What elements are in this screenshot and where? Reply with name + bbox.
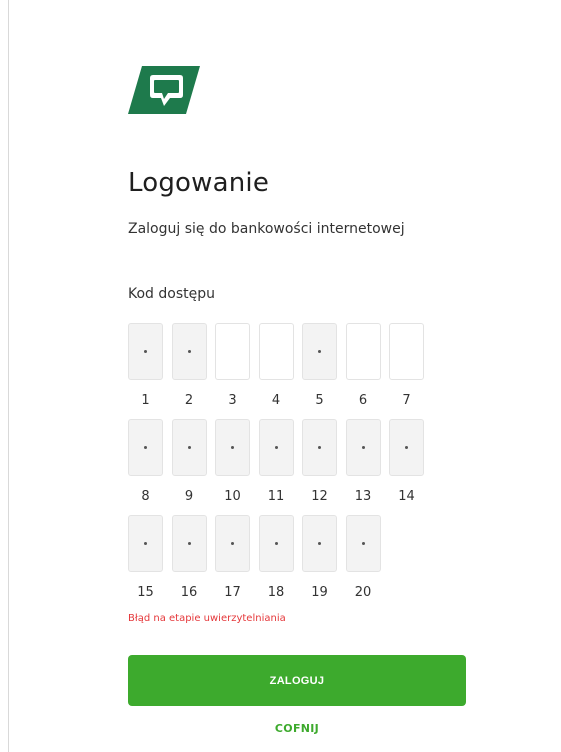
pin-input-masked[interactable] bbox=[215, 515, 250, 572]
pin-field-cell: 18 bbox=[258, 515, 294, 600]
pin-position-number: 16 bbox=[180, 585, 198, 600]
pin-input-masked[interactable] bbox=[171, 515, 207, 572]
masked-dot-icon bbox=[231, 446, 234, 449]
masked-dot-icon bbox=[187, 446, 191, 449]
pin-input-masked[interactable] bbox=[302, 323, 337, 380]
pin-position-number: 7 bbox=[402, 393, 411, 408]
pin-input[interactable] bbox=[345, 323, 381, 380]
masked-dot-icon bbox=[187, 350, 191, 353]
pin-position-number: 18 bbox=[267, 585, 285, 600]
pin-position-number: 6 bbox=[358, 393, 368, 408]
pin-field-cell: 11 bbox=[258, 419, 294, 504]
pin-field-cell: 5 bbox=[302, 323, 337, 408]
pin-field-cell: 13 bbox=[345, 419, 381, 504]
pin-input-masked[interactable] bbox=[171, 419, 207, 476]
pin-field-cell: 2 bbox=[171, 323, 207, 408]
pin-position-number: 10 bbox=[224, 489, 241, 504]
pin-position-number: 14 bbox=[398, 489, 415, 504]
pin-input-masked[interactable] bbox=[302, 419, 337, 476]
pin-input[interactable] bbox=[258, 323, 294, 380]
page-left-border bbox=[8, 0, 9, 752]
pin-position-number: 20 bbox=[354, 585, 372, 600]
page-title: Logowanie bbox=[128, 168, 270, 198]
back-link[interactable]: COFNIJ bbox=[128, 722, 466, 735]
pin-position-number: 8 bbox=[141, 489, 150, 504]
pin-input-masked[interactable] bbox=[128, 323, 163, 380]
pin-input[interactable] bbox=[389, 323, 424, 380]
bank-logo bbox=[128, 66, 200, 114]
pin-input-masked[interactable] bbox=[171, 323, 207, 380]
pin-field-cell: 12 bbox=[302, 419, 337, 504]
pin-field-cell: 4 bbox=[258, 323, 294, 408]
pin-input-masked[interactable] bbox=[258, 419, 294, 476]
masked-dot-icon bbox=[274, 446, 278, 449]
masked-dot-icon bbox=[361, 446, 365, 449]
pin-position-number: 2 bbox=[184, 393, 194, 408]
pin-field-cell: 1 bbox=[128, 323, 163, 408]
masked-dot-icon bbox=[144, 446, 147, 449]
pin-position-number: 13 bbox=[354, 489, 372, 504]
pin-input-masked[interactable] bbox=[258, 515, 294, 572]
pin-input-masked[interactable] bbox=[345, 419, 381, 476]
masked-dot-icon bbox=[144, 350, 147, 353]
pin-field-cell: 8 bbox=[128, 419, 163, 504]
pin-position-number: 12 bbox=[311, 489, 328, 504]
masked-dot-icon bbox=[231, 542, 234, 545]
masked-dot-icon bbox=[274, 542, 278, 545]
pin-field-cell: 17 bbox=[215, 515, 250, 600]
login-button[interactable]: ZALOGUJ bbox=[128, 655, 466, 706]
masked-dot-icon bbox=[144, 542, 147, 545]
pin-position-number: 5 bbox=[315, 393, 324, 408]
pin-position-number: 15 bbox=[137, 585, 154, 600]
pin-field-cell: 10 bbox=[215, 419, 250, 504]
pin-field-cell: 9 bbox=[171, 419, 207, 504]
pin-field-cell: 19 bbox=[302, 515, 337, 600]
pin-field-cell: 6 bbox=[345, 323, 381, 408]
masked-dot-icon bbox=[318, 350, 321, 353]
pin-field-cell: 15 bbox=[128, 515, 163, 600]
error-message: Błąd na etapie uwierzytelniania bbox=[128, 613, 286, 624]
pin-input-masked[interactable] bbox=[215, 419, 250, 476]
pin-position-number: 9 bbox=[184, 489, 194, 504]
pin-position-number: 11 bbox=[267, 489, 285, 504]
pin-input-masked[interactable] bbox=[128, 515, 163, 572]
masked-dot-icon bbox=[318, 542, 321, 545]
pin-field-cell: 20 bbox=[345, 515, 381, 600]
masked-dot-icon bbox=[318, 446, 321, 449]
pin-input-masked[interactable] bbox=[389, 419, 424, 476]
pin-field-cell: 16 bbox=[171, 515, 207, 600]
pin-field-cell: 3 bbox=[215, 323, 250, 408]
page-subtitle: Zaloguj się do bankowości internetowej bbox=[128, 221, 405, 237]
pin-position-number: 3 bbox=[228, 393, 237, 408]
pin-input-masked[interactable] bbox=[345, 515, 381, 572]
pin-position-number: 19 bbox=[311, 585, 328, 600]
pin-field-cell: 14 bbox=[389, 419, 424, 504]
pin-position-number: 17 bbox=[224, 585, 241, 600]
masked-dot-icon bbox=[405, 446, 408, 449]
pin-position-number: 1 bbox=[141, 393, 150, 408]
pin-input-masked[interactable] bbox=[302, 515, 337, 572]
pin-input[interactable] bbox=[215, 323, 250, 380]
pin-field-cell: 7 bbox=[389, 323, 424, 408]
masked-dot-icon bbox=[187, 542, 191, 545]
pin-input-masked[interactable] bbox=[128, 419, 163, 476]
bank-shield-logo-icon bbox=[128, 66, 200, 114]
masked-dot-icon bbox=[361, 542, 365, 545]
access-code-label: Kod dostępu bbox=[128, 286, 215, 302]
pin-position-number: 4 bbox=[271, 393, 281, 408]
